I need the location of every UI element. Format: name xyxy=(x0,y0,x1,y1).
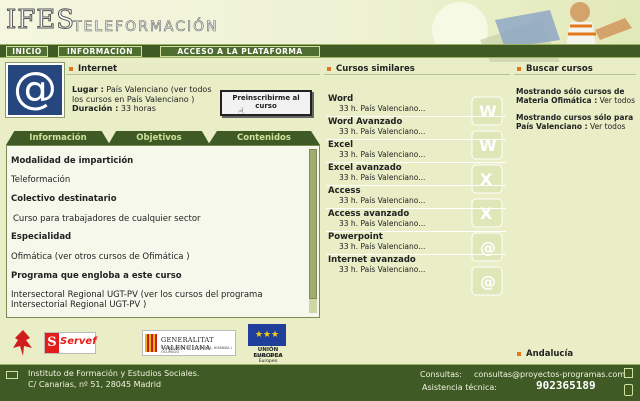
course-title: Internet xyxy=(78,64,118,74)
servef-logo: S Servef xyxy=(44,332,97,354)
course-detail-column: @ Internet Lugar : País Valenciano (ver … xyxy=(5,62,320,320)
similar-course-name[interactable]: Access xyxy=(328,187,478,196)
programa-heading: Programa que engloba a este curso xyxy=(11,271,182,281)
ver-todos-link[interactable]: Ver todos xyxy=(588,122,625,131)
similar-course-name[interactable]: Internet avanzado xyxy=(328,256,478,265)
duracion-label: Duración : xyxy=(72,104,119,113)
tab-objetivos[interactable]: Objetivos xyxy=(108,131,210,145)
nav-informacion[interactable]: INFORMACIÓN xyxy=(58,46,142,57)
similar-course-meta: 33 h. País Valenciano... xyxy=(339,104,426,113)
senyera-icon xyxy=(145,334,157,352)
sponsor-logos: S Servef GENERALITAT VALENCIANA CONSELLE… xyxy=(6,324,320,364)
course-info: Lugar : País Valenciano (ver todos los c… xyxy=(72,85,222,114)
similar-course-item[interactable]: Access avanzado 33 h. País Valenciano... xyxy=(328,210,478,229)
filter-region: Mostrando cursos sólo para País Valencia… xyxy=(516,113,636,131)
modalidad-heading: Modalidad de impartición xyxy=(11,156,134,166)
colectivo-heading: Colectivo destinatario xyxy=(11,194,117,204)
footer: Instituto de Formación y Estudios Social… xyxy=(0,364,640,401)
panel-scrollbar[interactable] xyxy=(309,149,317,313)
similar-course-meta: 33 h. País Valenciano... xyxy=(339,196,426,205)
footer-address-line2: C/ Canarias, nº 51, 28045 Madrid xyxy=(28,380,162,389)
mail-icon xyxy=(6,371,18,379)
bullet-icon xyxy=(517,352,521,356)
search-courses-column: Buscar cursos Mostrando sólo cursos de M… xyxy=(514,63,636,363)
svg-text:@: @ xyxy=(480,272,496,291)
similar-course-item[interactable]: Word 33 h. País Valenciano... xyxy=(328,95,478,114)
bullet-icon xyxy=(69,67,73,71)
search-courses-title: Buscar cursos xyxy=(526,64,593,74)
similar-course-meta: 33 h. País Valenciano... xyxy=(339,173,426,182)
monitor-icon xyxy=(624,368,633,378)
servef-text: Servef xyxy=(60,336,97,347)
similar-course-item[interactable]: Internet avanzado 33 h. País Valenciano..… xyxy=(328,256,478,275)
duracion-value: 33 horas xyxy=(118,104,156,113)
footer-address-line1: Instituto de Formación y Estudios Social… xyxy=(28,369,200,378)
svg-text:W: W xyxy=(479,102,497,121)
union-europea-logo: ★★★ UNIÓN EUROPEA Fondo Social Europeo xyxy=(244,324,292,364)
svg-text:X: X xyxy=(480,204,493,223)
filter-materia: Mostrando sólo cursos de Materia Ofimáti… xyxy=(516,87,636,105)
similar-course-meta: 33 h. País Valenciano... xyxy=(339,265,426,274)
divider xyxy=(326,139,506,140)
bullet-icon xyxy=(327,67,331,71)
similar-course-item[interactable]: Word Avanzado 33 h. País Valenciano... xyxy=(328,118,478,137)
lugar-label: Lugar : xyxy=(72,85,104,94)
footer-consultas-label: Consultas: xyxy=(420,370,462,379)
tab-informacion[interactable]: Información xyxy=(6,131,110,145)
similar-course-item[interactable]: Powerpoint 33 h. País Valenciano... xyxy=(328,233,478,252)
similar-course-name[interactable]: Word xyxy=(328,95,478,104)
generalitat-logo: GENERALITAT VALENCIANA CONSELLERIA DE EC… xyxy=(142,330,236,356)
similar-courses-title: Cursos similares xyxy=(336,64,415,74)
svg-text:X: X xyxy=(480,170,493,189)
logo-subtitle: TELEFORMACIÓN xyxy=(73,19,219,36)
header: IFES TELEFORMACIÓN xyxy=(0,0,640,62)
search-courses-title-bar: Buscar cursos xyxy=(514,63,636,75)
nav-acceso-plataforma[interactable]: ACCESO A LA PLATAFORMA xyxy=(160,46,320,57)
similar-course-item[interactable]: Access 33 h. País Valenciano... xyxy=(328,187,478,206)
similar-course-meta: 33 h. País Valenciano... xyxy=(339,219,426,228)
tab-contenidos[interactable]: Contenidos xyxy=(208,131,320,145)
course-at-icon: @ xyxy=(5,62,65,118)
main-navigation: INICIO INFORMACIÓN ACCESO A LA PLATAFORM… xyxy=(0,44,640,58)
similar-course-item[interactable]: Excel avanzado 33 h. País Valenciano... xyxy=(328,164,478,183)
region-andalucia-label[interactable]: Andalucía xyxy=(526,349,573,359)
ver-todos-link[interactable]: Ver todos xyxy=(597,96,635,105)
colectivo-value: Curso para trabajadores de cualquier sec… xyxy=(13,214,201,224)
bullet-icon xyxy=(517,67,521,71)
eu-flag-icon: ★★★ xyxy=(248,324,286,346)
tab-panel-informacion: Modalidad de impartición Teleformación C… xyxy=(6,145,320,318)
programa-value[interactable]: Intersectoral Regional UGT-PV (ver los c… xyxy=(11,290,301,310)
especialidad-value[interactable]: Ofimática (ver otros cursos de Ofimática… xyxy=(11,252,301,262)
eu-subtext: Fondo Social Europeo xyxy=(253,354,283,364)
similar-course-name[interactable]: Powerpoint xyxy=(328,233,478,242)
similar-course-meta: 33 h. País Valenciano... xyxy=(339,150,426,159)
similar-course-meta: 33 h. País Valenciano... xyxy=(339,242,426,251)
especialidad-heading: Especialidad xyxy=(11,232,72,242)
modalidad-value: Teleformación xyxy=(11,175,71,185)
scrollbar-thumb[interactable] xyxy=(309,149,317,299)
region-andalucia[interactable]: Andalucía xyxy=(514,348,636,360)
similar-course-name[interactable]: Excel xyxy=(328,141,478,150)
logo-ifes[interactable]: IFES xyxy=(5,6,75,35)
similar-course-name[interactable]: Access avanzado xyxy=(328,210,478,219)
similar-courses-column: W W X X @ @ Cursos similares Word 33 h. País V… xyxy=(324,63,510,363)
similar-courses-title-bar: Cursos similares xyxy=(324,63,510,75)
similar-course-name[interactable]: Excel avanzado xyxy=(328,164,478,173)
similar-course-item[interactable]: Excel 33 h. País Valenciano... xyxy=(328,141,478,160)
ugt-logo xyxy=(13,330,32,356)
phone-icon xyxy=(624,384,633,396)
course-title-bar: Internet xyxy=(66,63,320,75)
footer-asistencia-phone: 902365189 xyxy=(536,379,596,392)
generalitat-subtext: CONSELLERIA DE ECONOMÍA, HISENDA I OCUPA… xyxy=(161,346,232,354)
nav-inicio[interactable]: INICIO xyxy=(6,46,48,57)
footer-asistencia-label: Asistencia técnica: xyxy=(422,383,497,392)
similar-course-name[interactable]: Word Avanzado xyxy=(328,118,478,127)
similar-course-meta: 33 h. País Valenciano... xyxy=(339,127,426,136)
enroll-button[interactable]: Preinscribirme al curso ☝ xyxy=(220,90,312,118)
info-tabs: Información Objetivos Contenidos xyxy=(6,131,320,145)
